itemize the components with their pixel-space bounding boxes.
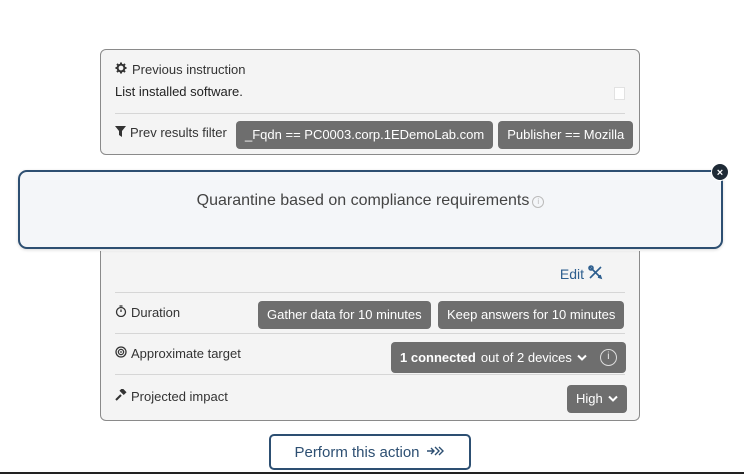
target-label-text: Approximate target — [131, 346, 241, 361]
impact-label-text: Projected impact — [131, 389, 228, 404]
arrows-right-icon — [426, 444, 446, 461]
filter-chip-fqdn[interactable]: _Fqdn == PC0003.corp.1EDemoLab.com — [236, 121, 494, 149]
action-details-card: Edit Duration Gather data for 10 minutes… — [100, 251, 640, 421]
edit-link[interactable]: Edit — [560, 265, 603, 283]
edit-label: Edit — [559, 266, 584, 282]
target-icon — [115, 346, 127, 361]
edit-icon — [588, 265, 603, 283]
target-row: Approximate target 1 connected out of 2 … — [115, 333, 626, 374]
divider — [115, 113, 625, 114]
impact-value: High — [576, 391, 603, 406]
previous-instruction-text: List installed software. — [115, 84, 243, 99]
gather-data-label: Gather data for 10 minutes — [267, 307, 422, 322]
filter-chips: _Fqdn == PC0003.corp.1EDemoLab.com Publi… — [236, 121, 634, 149]
filter-icon — [115, 125, 126, 140]
duration-label: Duration — [115, 305, 180, 320]
chevron-down-icon — [608, 385, 618, 413]
duration-label-text: Duration — [131, 305, 181, 320]
quarantine-title-row: Quarantine based on compliance requireme… — [20, 192, 721, 210]
info-icon[interactable]: i — [599, 349, 617, 366]
duration-row: Duration Gather data for 10 minutes Keep… — [115, 292, 625, 333]
target-label: Approximate target — [115, 346, 241, 361]
perform-action-label: Perform this action — [294, 443, 420, 461]
document-icon[interactable] — [614, 87, 625, 100]
quarantine-banner[interactable]: Quarantine based on compliance requireme… — [18, 170, 723, 249]
filter-chip-publisher[interactable]: Publisher == Mozilla — [498, 121, 634, 149]
target-connected: 1 connected — [400, 350, 476, 365]
prev-results-filter-label: Prev results filter — [115, 125, 227, 140]
target-dropdown[interactable]: 1 connected out of 2 devices i — [391, 342, 626, 373]
keep-answers-button[interactable]: Keep answers for 10 minutes — [438, 301, 625, 329]
chevron-down-icon — [577, 342, 587, 373]
impact-label: Projected impact — [115, 387, 228, 404]
target-rest: out of 2 devices — [480, 350, 572, 365]
previous-instruction-card: Previous instruction List installed soft… — [100, 49, 640, 155]
info-icon[interactable]: i — [532, 196, 545, 208]
gavel-icon — [115, 387, 127, 404]
previous-instruction-heading: Previous instruction — [115, 62, 245, 77]
previous-instruction-title: Previous instruction — [132, 62, 246, 77]
gather-data-button[interactable]: Gather data for 10 minutes — [258, 301, 431, 329]
impact-dropdown[interactable]: High — [567, 385, 627, 413]
keep-answers-label: Keep answers for 10 minutes — [447, 307, 616, 322]
gear-icon — [115, 62, 127, 77]
filter-label-text: Prev results filter — [130, 125, 227, 140]
stopwatch-icon — [115, 305, 127, 320]
impact-row: Projected impact High — [115, 374, 627, 420]
quarantine-title: Quarantine based on compliance requireme… — [196, 192, 530, 209]
close-icon[interactable]: × — [711, 163, 729, 181]
perform-action-button[interactable]: Perform this action — [269, 434, 471, 470]
